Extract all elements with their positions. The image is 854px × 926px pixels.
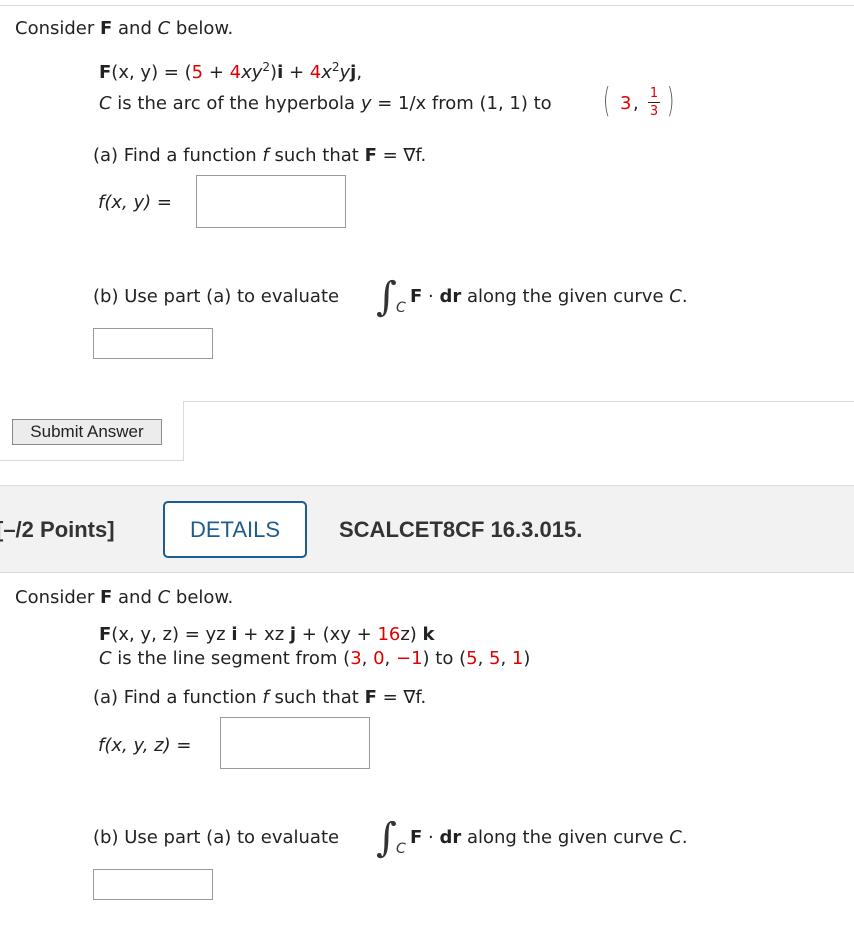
q1-endpoint-comma: , [633,93,639,114]
q1-endpoint-right-paren: ) [666,81,675,121]
q1-part-a-prompt: (a) Find a function f such that F = ∇f. [93,145,427,166]
q1-part-b-integrand: F · dr along the given curve C. [410,286,688,307]
q1-part-b-prompt: (b) Use part (a) to evaluate [93,286,340,307]
q2-question-id: SCALCET8CF 16.3.015. [339,517,583,542]
top-divider [0,5,854,6]
q1-integral-input[interactable] [93,328,213,359]
q1-endpoint-x: 3 [620,93,632,114]
submit-area-bottom-border [0,460,184,461]
q1-vector-field: F(x, y) = (5 + 4xy2)i + 4x2yj, [99,60,363,83]
q2-curve-description: C is the line segment from (3, 0, −1) to… [99,648,531,669]
q2-integral-input[interactable] [93,869,213,900]
q1-curve-description: C is the arc of the hyperbola y = 1/x fr… [99,93,552,114]
details-button[interactable]: DETAILS [163,501,307,558]
q2-part-b-prompt: (b) Use part (a) to evaluate [93,827,340,848]
q1-intro: Consider F and C below. [15,18,234,39]
submit-area-left-border [183,401,184,460]
q2-points: [–/2 Points] [0,517,115,542]
q1-endpoint-left-paren: ( [602,81,611,121]
submit-answer-button[interactable]: Submit Answer [12,419,162,445]
q1-f-input[interactable] [196,175,346,228]
q2-f-label: f(x, y, z) = [98,735,192,756]
q2-vector-field: F(x, y, z) = yz i + xz j + (xy + 16z) k [99,624,435,645]
q2-f-input[interactable] [220,717,370,769]
q1-endpoint-y-fraction: 13 [648,86,660,119]
q1-f-label: f(x, y) = [98,192,172,213]
submit-area-top-border [183,401,854,402]
q2-part-b-integrand: F · dr along the given curve C. [410,827,688,848]
q2-intro: Consider F and C below. [15,587,234,608]
q2-part-a-prompt: (a) Find a function f such that F = ∇f. [93,687,427,708]
